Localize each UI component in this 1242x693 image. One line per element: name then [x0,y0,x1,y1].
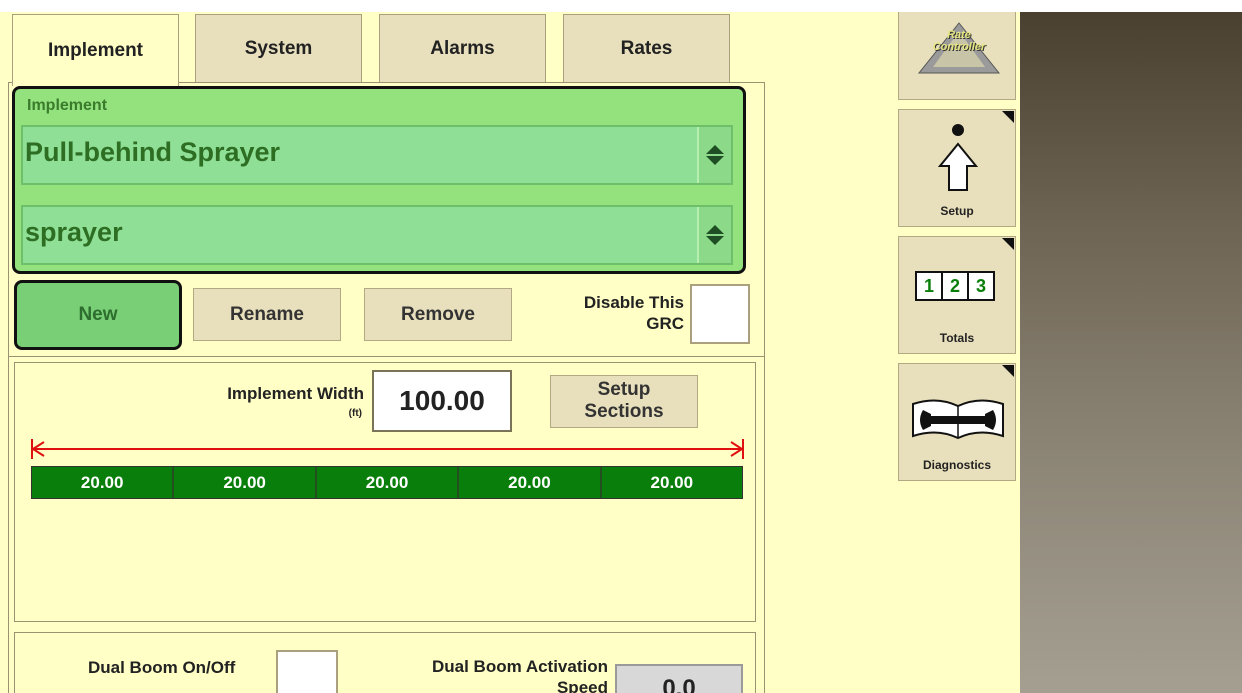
camera-background [1020,12,1242,693]
dual-boom-activation-label-line1: Dual Boom Activation [432,657,608,676]
remove-button[interactable]: Remove [364,288,512,341]
menu-corner-icon [1002,111,1014,123]
implement-width-label: Implement Width [227,384,364,403]
rename-button[interactable]: Rename [193,288,341,341]
tab-alarms-label: Alarms [430,37,495,59]
setup-arrow-icon [937,124,979,191]
rate-controller-logo-icon [917,22,1001,74]
implement-width-unit: (ft) [348,408,362,419]
implement-type-spinner[interactable] [697,127,731,183]
tab-alarms[interactable]: Alarms [379,14,546,82]
implement-name-value: sprayer [25,217,123,247]
dual-boom-onoff-checkbox[interactable] [276,650,338,693]
divider [8,356,765,357]
implement-group: Implement Pull-behind Sprayer sprayer [12,86,746,274]
rate-controller-logo-line1: Rate [947,29,971,41]
disable-grc-label-line2: GRC [646,314,684,333]
rename-button-label: Rename [230,303,304,325]
sections-bar: 20.00 20.00 20.00 20.00 20.00 [31,466,743,499]
totals-digit-2: 2 [943,271,969,301]
dual-boom-onoff-label: Dual Boom On/Off [88,658,236,677]
dual-boom-activation-speed-value: 0.0 [662,675,696,693]
new-button[interactable]: New [14,280,182,350]
implement-width-input[interactable]: 100.00 [372,370,512,432]
remove-button-label: Remove [401,303,475,325]
new-button-label: New [78,304,118,325]
diagnostics-button[interactable]: Diagnostics [898,363,1016,481]
implement-name-spinner[interactable] [697,207,731,263]
display-screen: Implement System Alarms Rates Implement … [0,12,1242,693]
implement-group-label: Implement [27,97,108,114]
tab-rates-label: Rates [620,37,673,59]
dual-boom-activation-speed-field[interactable]: 0.0 [615,664,743,693]
section-5: 20.00 [601,467,743,498]
tab-system-label: System [244,37,313,59]
section-4: 20.00 [459,467,602,498]
spinner-arrows-icon [706,225,724,245]
tab-system[interactable]: System [195,14,362,82]
rate-controller-button[interactable]: Rate Controller [898,12,1016,100]
totals-digit-3: 3 [969,271,995,301]
tab-rates[interactable]: Rates [563,14,730,82]
dual-boom-activation-label: Dual Boom Activation Speed [390,656,608,693]
disable-grc-checkbox[interactable] [690,284,750,344]
rate-controller-logo-text: Rate Controller [907,29,1011,53]
section-1: 20.00 [32,467,175,498]
menu-corner-icon [1002,365,1014,377]
spinner-arrows-icon [706,145,724,165]
totals-button[interactable]: 1 2 3 Totals [898,236,1016,354]
implement-type-select[interactable]: Pull-behind Sprayer [21,125,733,185]
implement-type-value: Pull-behind Sprayer [25,137,281,167]
implement-width-value: 100.00 [399,385,485,416]
setup-sections-label-line2: Sections [584,401,664,422]
diagnostics-label: Diagnostics [922,458,991,472]
tab-implement[interactable]: Implement [12,14,179,86]
disable-grc-label: Disable This GRC [540,292,684,334]
totals-digit-1: 1 [915,271,943,301]
totals-label: Totals [939,331,975,345]
rate-controller-logo-line2: Controller [932,41,986,53]
menu-corner-icon [1002,238,1014,250]
section-2: 20.00 [174,467,317,498]
disable-grc-label-line1: Disable This [583,293,684,312]
setup-button[interactable]: Setup [898,109,1016,227]
setup-label: Setup [940,204,974,218]
width-arrow-icon [31,439,744,459]
totals-123-icon: 1 2 3 [915,271,995,301]
tab-implement-label: Implement [47,39,144,61]
section-3: 20.00 [316,467,460,498]
setup-sections-label-line1: Setup [597,379,651,400]
dual-boom-activation-label-line2: Speed [556,678,608,693]
implement-name-select[interactable]: sprayer [21,205,733,265]
wrench-book-icon [912,399,1004,440]
setup-sections-button[interactable]: Setup Sections [550,375,698,428]
